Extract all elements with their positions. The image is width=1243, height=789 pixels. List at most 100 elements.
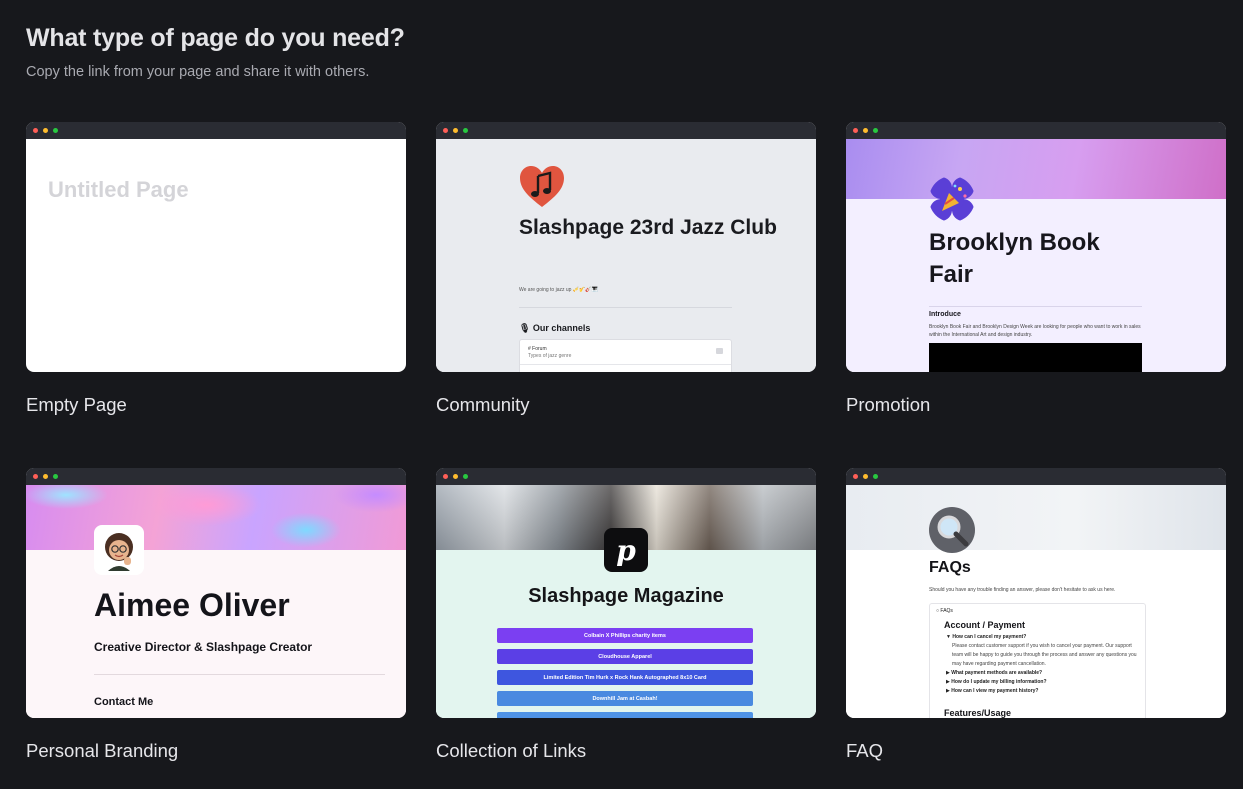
minimize-dot-icon [453,474,458,479]
search-icon [937,515,969,547]
template-preview[interactable]: Aimee Oliver Creative Director & Slashpa… [26,468,406,718]
channel-name: # Forum [528,346,547,352]
link-button[interactable]: Downhill Jam at Casbah! [497,691,753,706]
faq-question-text: How do I update my billing information? [951,679,1047,685]
untitled-page-title: Untitled Page [48,177,189,202]
close-dot-icon [443,128,448,133]
close-dot-icon [853,474,858,479]
minimize-dot-icon [43,128,48,133]
faq-question[interactable]: ▼ How can I cancel my payment? [946,634,1026,640]
intro-heading: Introduce [929,311,961,318]
template-preview[interactable]: FAQs Should you have any trouble finding… [846,468,1226,718]
maximize-dot-icon [53,128,58,133]
template-card-personal-branding[interactable]: Aimee Oliver Creative Director & Slashpa… [26,468,406,761]
faq-category: Features/Usage [944,708,1012,718]
template-label[interactable]: Collection of Links [436,740,586,762]
faq-question-text: How can I view my payment history? [951,688,1039,694]
magnifier-badge [929,507,975,553]
template-label[interactable]: Promotion [846,394,930,416]
faq-description: Should you have any trouble finding an a… [929,587,1116,593]
template-label[interactable]: FAQ [846,740,883,762]
link-button[interactable]: Colbain X Phillips charity items [497,628,753,643]
divider [520,364,731,365]
channel-count-icon [716,348,723,354]
faq-answer: Please contact customer support if you w… [952,643,1137,667]
page-title: What type of page do you need? [26,24,405,52]
avatar [94,525,144,575]
channels-heading: 🎙 Our channels [519,323,591,333]
preview-page: Brooklyn Book Fair Introduce Brooklyn Bo… [846,139,1226,372]
close-dot-icon [443,474,448,479]
faq-question[interactable]: ▶ How do I update my billing information… [946,679,1047,685]
window-titlebar [26,468,406,485]
faq-box: ○ FAQs Account / Payment ▼ How can I can… [929,603,1146,718]
cover-banner [846,139,1226,199]
maximize-dot-icon [463,128,468,133]
template-card-community[interactable]: Slashpage 23rd Jazz Club We are going to… [436,122,816,415]
maximize-dot-icon [873,474,878,479]
window-titlebar [846,122,1226,139]
community-title: Slashpage 23rd Jazz Club [519,216,777,239]
link-button[interactable] [497,712,753,718]
heart-music-icon [520,166,564,207]
faq-box-label-text: FAQs [940,608,953,614]
minimize-dot-icon [863,474,868,479]
faq-title: FAQs [929,559,971,576]
template-preview[interactable]: p Slashpage Magazine Colbain X Phillips … [436,468,816,718]
minimize-dot-icon [43,474,48,479]
magazine-logo: p [604,528,648,572]
profile-name: Aimee Oliver [94,587,290,623]
link-button[interactable]: Limited Edition Tim Hurk x Rock Hank Aut… [497,670,753,685]
faq-question[interactable]: ▶ What payment methods are available? [946,670,1042,676]
faq-question-text: What payment methods are available? [951,670,1043,676]
window-titlebar [26,122,406,139]
cover-banner [26,485,406,550]
preview-page: Aimee Oliver Creative Director & Slashpa… [26,485,406,718]
maximize-dot-icon [53,474,58,479]
profile-role: Creative Director & Slashpage Creator [94,640,313,654]
faq-box-label: ○ FAQs [936,608,953,614]
minimize-dot-icon [453,128,458,133]
faq-category: Account / Payment [944,620,1026,630]
preview-page: Untitled Page [26,139,406,372]
link-button[interactable]: Cloudhouse Apparel [497,649,753,664]
template-preview[interactable]: Brooklyn Book Fair Introduce Brooklyn Bo… [846,122,1226,372]
cover-banner [846,485,1226,550]
contact-heading: Contact Me [94,696,154,708]
preview-page: FAQs Should you have any trouble finding… [846,485,1226,718]
template-card-faq[interactable]: FAQs Should you have any trouble finding… [846,468,1226,761]
party-popper-icon [930,177,974,221]
template-card-empty-page[interactable]: Untitled Page Empty Page [26,122,406,415]
template-preview[interactable]: Untitled Page [26,122,406,372]
template-label[interactable]: Personal Branding [26,740,178,762]
close-dot-icon [33,128,38,133]
maximize-dot-icon [873,128,878,133]
close-dot-icon [853,128,858,133]
template-label[interactable]: Community [436,394,530,416]
links-title: Slashpage Magazine [528,585,724,607]
video-embed[interactable] [929,343,1142,372]
window-titlebar [436,468,816,485]
window-titlebar [846,468,1226,485]
faq-question[interactable]: ▶ How can I view my payment history? [946,688,1038,694]
channel-description: Types of jazz genre [528,353,572,359]
maximize-dot-icon [463,474,468,479]
memoji-avatar-icon [105,533,133,571]
template-card-promotion[interactable]: Brooklyn Book Fair Introduce Brooklyn Bo… [846,122,1226,415]
minimize-dot-icon [863,128,868,133]
faq-question-text: How can I cancel my payment? [952,634,1027,640]
preview-page: p Slashpage Magazine Colbain X Phillips … [436,485,816,718]
promotion-title: Brooklyn Book Fair [929,229,1100,288]
template-card-collection-of-links[interactable]: p Slashpage Magazine Colbain X Phillips … [436,468,816,761]
divider [929,306,1142,307]
close-dot-icon [33,474,38,479]
community-description: We are going to jazz up 🎺🎷🎸🎹 [519,287,598,293]
preview-page: Slashpage 23rd Jazz Club We are going to… [436,139,816,372]
page-subtitle: Copy the link from your page and share i… [26,64,370,80]
channel-list: # Forum Types of jazz genre [519,339,732,372]
divider [94,674,385,675]
intro-text: Brooklyn Book Fair and Brooklyn Design W… [929,324,1141,338]
template-preview[interactable]: Slashpage 23rd Jazz Club We are going to… [436,122,816,372]
template-label[interactable]: Empty Page [26,394,127,416]
divider [519,307,732,308]
